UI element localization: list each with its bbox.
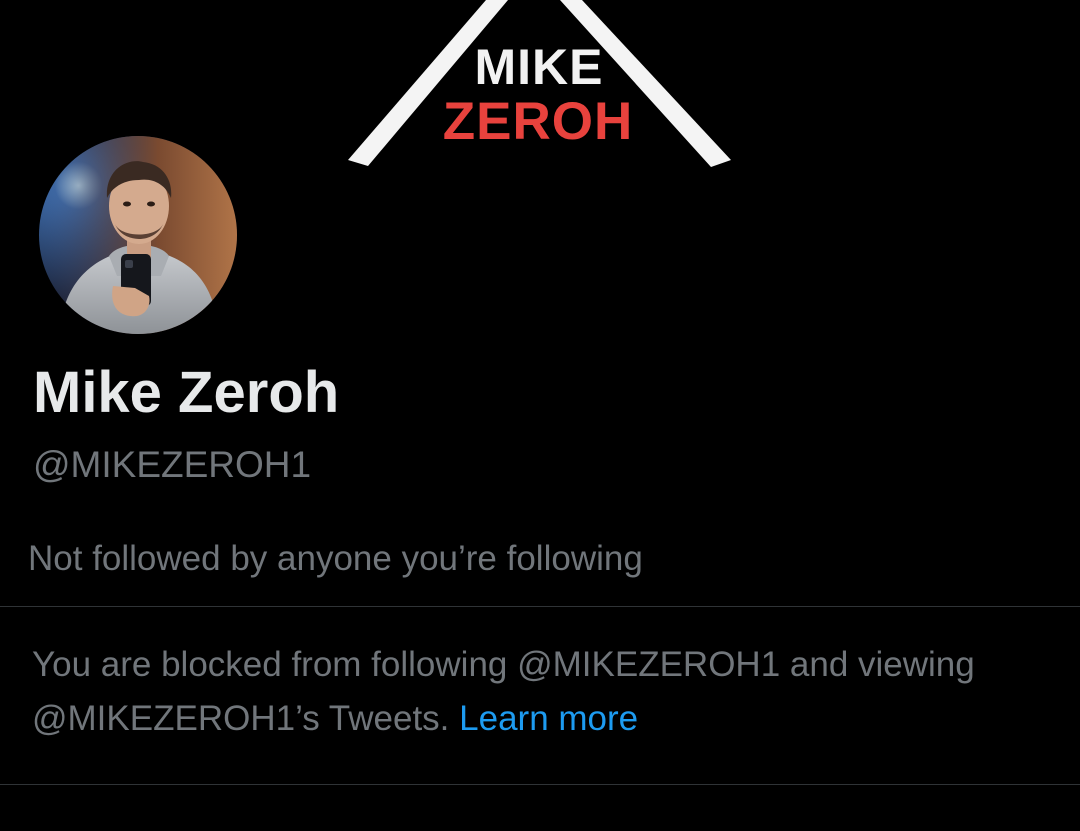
divider <box>0 784 1080 785</box>
profile-handle: @MIKEZEROH1 <box>33 444 312 485</box>
learn-more-link[interactable]: Learn more <box>459 699 638 738</box>
blocked-notice: You are blocked from following @MIKEZERO… <box>32 638 1032 746</box>
followed-by-text: Not followed by anyone you’re following <box>28 539 643 578</box>
divider <box>0 606 1080 607</box>
avatar-photo <box>39 136 237 334</box>
avatar[interactable] <box>36 133 240 337</box>
profile-display-name: Mike Zeroh <box>33 360 340 425</box>
banner-logo-line1: MIKE <box>474 39 604 95</box>
